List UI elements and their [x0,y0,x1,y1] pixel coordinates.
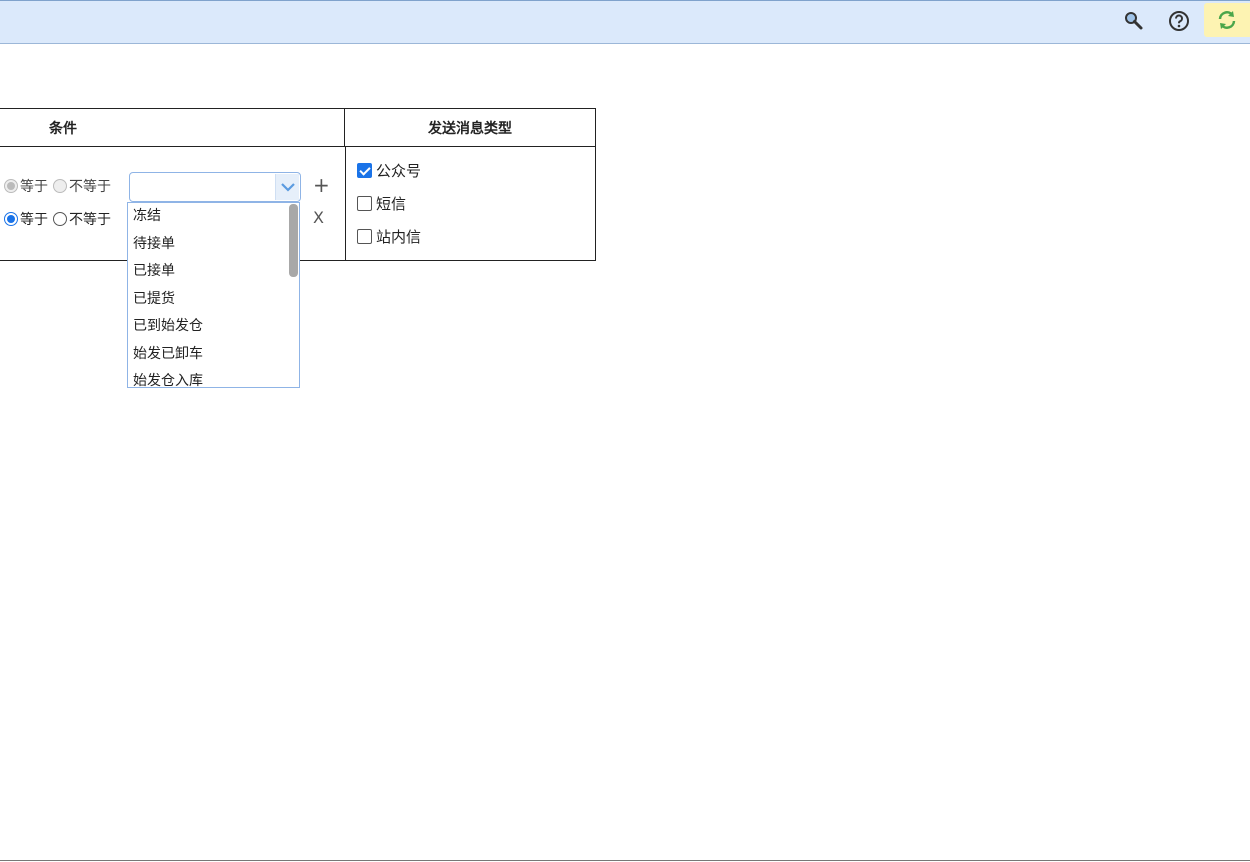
equal-radio[interactable] [4,212,18,226]
message-type-option[interactable]: 站内信 [357,226,421,246]
not-equal-radio[interactable] [53,212,67,226]
not-equal-label: 不等于 [69,179,111,195]
sms-checkbox[interactable] [357,195,372,211]
refresh-button[interactable] [1204,3,1250,37]
message-type-option[interactable]: 公众号 [357,160,421,180]
search-button[interactable] [1117,5,1151,37]
dropdown-option[interactable]: 已到始发仓 [128,313,299,341]
refresh-icon [1218,11,1236,29]
equal-label: 等于 [20,212,48,228]
message-type-label: 短信 [376,194,407,213]
page: 条件 发送消息类型 等于 不等于 等于 不等于 + X 冻结 待接单 已接单 已… [0,0,1250,862]
wechat-official-checkbox[interactable] [357,162,372,178]
dropdown-option[interactable]: 已提货 [128,286,299,314]
not-equal-radio[interactable] [53,179,67,193]
add-condition-button[interactable]: + [313,174,330,196]
dropdown-option[interactable]: 始发已卸车 [128,341,299,369]
dropdown-option[interactable]: 冻结 [128,203,299,231]
top-toolbar [0,0,1250,44]
not-equal-label: 不等于 [69,212,111,228]
search-icon [1125,12,1143,30]
message-type-option[interactable]: 短信 [357,193,406,213]
dropdown-option[interactable]: 已接单 [128,258,299,286]
message-type-label: 站内信 [376,227,422,246]
bottom-divider [0,860,1250,861]
dropdown-option[interactable]: 始发仓入库 [128,368,299,387]
help-icon [1169,11,1189,31]
column-divider [345,147,346,261]
chevron-down-icon [280,183,295,192]
message-type-label: 公众号 [376,161,422,180]
dropdown-scrollbar[interactable] [289,204,298,277]
status-select[interactable] [129,172,301,202]
status-dropdown-list: 冻结 待接单 已接单 已提货 已到始发仓 始发已卸车 始发仓入库 [127,202,300,388]
help-button[interactable] [1162,5,1196,37]
dropdown-option[interactable]: 待接单 [128,231,299,259]
message-type-header: 发送消息类型 [345,109,595,147]
dropdown-toggle[interactable] [275,174,299,200]
condition-row: 等于 不等于 [0,174,111,198]
equal-label: 等于 [20,179,48,195]
equal-radio[interactable] [4,179,18,193]
condition-row: 等于 不等于 [0,207,111,231]
condition-header: 条件 [0,109,345,147]
site-message-checkbox[interactable] [357,228,372,244]
remove-condition-button[interactable]: X [313,208,324,227]
